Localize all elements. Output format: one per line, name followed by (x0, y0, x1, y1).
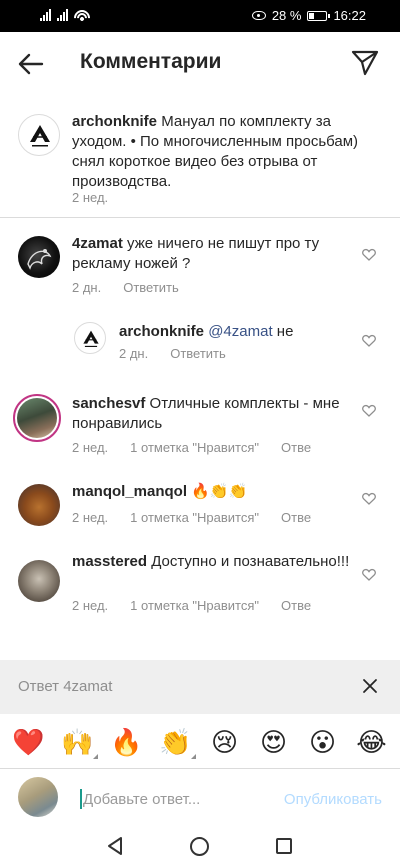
skin-tone-indicator-icon (92, 754, 98, 759)
comment: 4zamat уже ничего не пишут про ту реклам… (0, 218, 400, 312)
comment-text: 🔥👏👏 (191, 483, 248, 500)
publish-button[interactable]: Опубликовать (284, 791, 382, 808)
system-indicators: 28 % 16:22 (251, 8, 366, 23)
network-indicators (40, 9, 90, 21)
comment-meta: 2 нед. 1 отметка "Нравится" Ответить (72, 598, 333, 613)
signal-icon (40, 9, 51, 21)
system-nav-bar (0, 828, 400, 867)
emoji-surprised-button[interactable]: 😮 (305, 727, 341, 757)
avatar[interactable] (18, 560, 60, 602)
username[interactable]: archonknife (72, 113, 157, 130)
username[interactable]: sanchesvf (72, 395, 145, 412)
replying-to-bar: Ответ 4zamat (0, 660, 400, 714)
comment-body: archonknife @4zamat не (119, 322, 359, 342)
avatar[interactable] (18, 484, 60, 526)
reply-link[interactable]: Ответить (123, 280, 179, 295)
battery-icon (307, 10, 331, 21)
comment-body: masstered Доступно и познавательно!!! (72, 552, 362, 572)
avatar[interactable] (74, 322, 106, 354)
timestamp: 2 нед. (72, 510, 109, 525)
timestamp: 2 дн. (72, 280, 102, 295)
comment-text: не (276, 323, 294, 340)
comment-body: sanchesvf Отличные комплекты - мне понра… (72, 394, 362, 434)
avatar[interactable] (13, 394, 61, 442)
wifi-icon (74, 9, 90, 21)
archon-logo-icon (83, 330, 99, 347)
mention-link[interactable]: @4zamat (208, 323, 272, 340)
emoji-crying-button[interactable]: 😢 (207, 727, 243, 757)
emoji-clap-button[interactable]: 👏 (158, 727, 196, 759)
eye-comfort-icon (251, 11, 266, 20)
username[interactable]: 4zamat (72, 235, 123, 252)
nav-back-icon[interactable] (106, 836, 124, 856)
comment-meta: 2 дн. Ответить (72, 280, 201, 295)
header: Комментарии (0, 32, 400, 96)
emoji-heart-eyes-button[interactable]: 😍 (256, 727, 292, 757)
reply-link[interactable]: Ответить (281, 440, 311, 455)
emoji-raised-hands-button[interactable]: 🙌 (60, 727, 98, 759)
caption-body: archonknife Мануал по комплекту за уходо… (72, 112, 372, 192)
comment-composer: Опубликовать (0, 768, 400, 828)
timestamp: 2 нед. (72, 190, 109, 205)
emoji-glyph: 👏 (159, 727, 192, 757)
username[interactable]: masstered (72, 553, 147, 570)
close-icon[interactable] (362, 678, 378, 694)
comment-meta: 2 дн. Ответить (119, 346, 248, 361)
comment-body: 4zamat уже ничего не пишут про ту реклам… (72, 234, 362, 274)
comment: manqol_manqol 🔥👏👏 2 нед. 1 отметка "Нрав… (0, 472, 400, 560)
comment-text: Доступно и познавательно!!! (151, 553, 350, 570)
emoji-glyph: 🙌 (61, 727, 94, 757)
skin-tone-indicator-icon (190, 754, 196, 759)
paper-plane-icon (351, 50, 379, 76)
text-cursor (80, 789, 82, 809)
avatar[interactable] (18, 114, 60, 156)
comment-body: manqol_manqol 🔥👏👏 (72, 482, 362, 502)
my-avatar (18, 777, 58, 817)
heart-icon[interactable] (362, 492, 376, 505)
dragon-icon (27, 249, 52, 270)
arrow-left-icon (18, 53, 44, 75)
comment-meta: 2 нед. (72, 190, 130, 205)
heart-icon[interactable] (362, 334, 376, 347)
emoji-heart-button[interactable]: ❤️ (11, 727, 47, 757)
nav-home-icon[interactable] (190, 837, 209, 856)
like-count[interactable]: 1 отметка "Нравится" (130, 510, 259, 525)
archon-logo-icon (30, 125, 50, 147)
comment-input[interactable] (83, 787, 263, 811)
signal-icon (57, 9, 68, 21)
username[interactable]: manqol_manqol (72, 483, 187, 500)
comment: sanchesvf Отличные комплекты - мне понра… (0, 382, 400, 472)
reply-link[interactable]: Ответить (170, 346, 226, 361)
reply-link[interactable]: Ответить (281, 598, 311, 613)
emoji-fire-button[interactable]: 🔥 (109, 727, 145, 757)
post-caption: archonknife Мануал по комплекту за уходо… (0, 96, 400, 218)
status-bar: 28 % 16:22 (0, 0, 400, 32)
username[interactable]: archonknife (119, 323, 204, 340)
heart-icon[interactable] (362, 404, 376, 417)
timestamp: 2 дн. (119, 346, 149, 361)
reply-comment: archonknife @4zamat не 2 дн. Ответить (0, 312, 400, 382)
timestamp: 2 нед. (72, 440, 109, 455)
heart-icon[interactable] (362, 568, 376, 581)
clock: 16:22 (333, 8, 366, 23)
nav-recents-icon[interactable] (276, 838, 292, 854)
page-title: Комментарии (80, 50, 222, 73)
avatar[interactable] (18, 236, 60, 278)
emoji-laughing-button[interactable]: 😂 (354, 727, 390, 757)
like-count[interactable]: 1 отметка "Нравится" (130, 440, 259, 455)
reply-link[interactable]: Ответить (281, 510, 311, 525)
avatar-photo (17, 398, 57, 438)
replying-to-text: Ответ 4zamat (18, 678, 113, 695)
quick-emoji-row: ❤️ 🙌 🔥 👏 😢 😍 😮 😂 (0, 716, 400, 768)
timestamp: 2 нед. (72, 598, 109, 613)
like-count[interactable]: 1 отметка "Нравится" (130, 598, 259, 613)
comment-meta: 2 нед. 1 отметка "Нравится" Ответить (72, 510, 333, 525)
share-button[interactable] (350, 48, 380, 78)
back-button[interactable] (12, 48, 48, 80)
comment: masstered Доступно и познавательно!!! 2 … (0, 553, 400, 650)
comment-meta: 2 нед. 1 отметка "Нравится" Ответить (72, 440, 333, 455)
battery-percent: 28 % (271, 8, 302, 23)
heart-icon[interactable] (362, 248, 376, 261)
